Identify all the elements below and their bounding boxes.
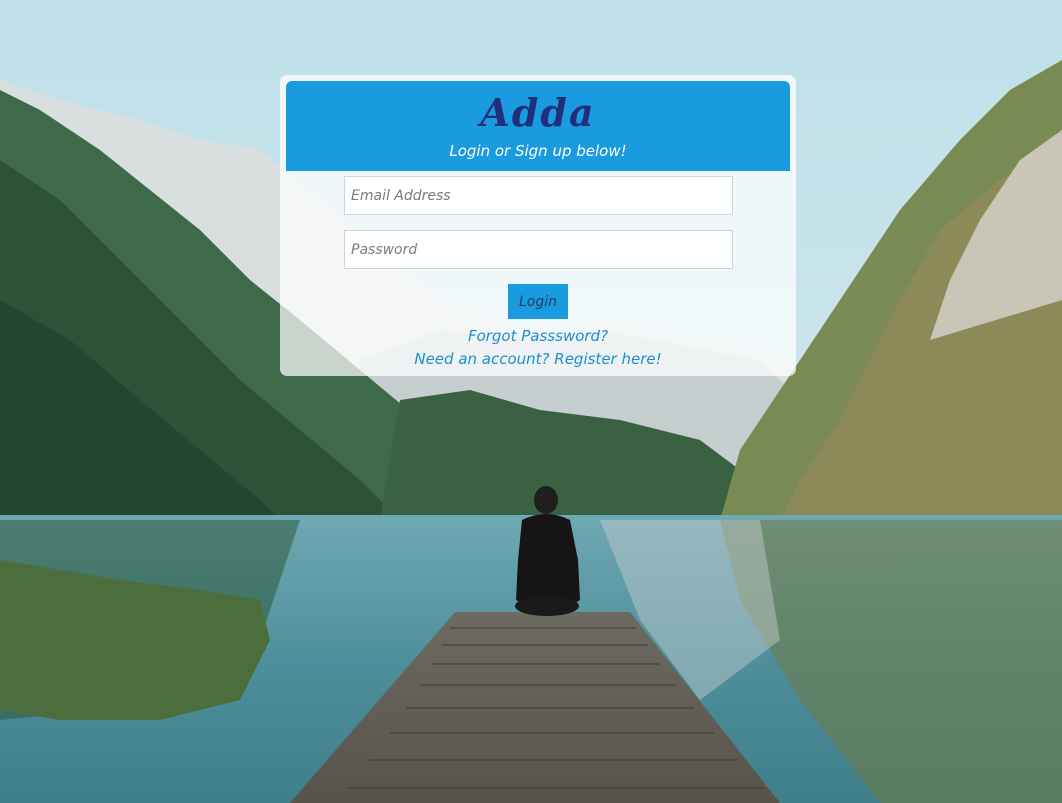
login-button[interactable]: Login xyxy=(508,284,568,319)
register-link[interactable]: Need an account? Register here! xyxy=(414,350,661,368)
brand-title: Adda xyxy=(480,90,596,135)
login-subtitle: Login or Sign up below! xyxy=(449,142,627,160)
login-card: Adda Login or Sign up below! Login Forgo… xyxy=(280,75,796,376)
email-input[interactable] xyxy=(344,176,733,215)
card-header: Adda Login or Sign up below! xyxy=(286,81,790,171)
password-input[interactable] xyxy=(344,230,733,269)
forgot-password-row: Forgot Passsword? xyxy=(280,326,796,346)
register-row: Need an account? Register here! xyxy=(280,349,796,369)
forgot-password-link[interactable]: Forgot Passsword? xyxy=(468,327,608,345)
